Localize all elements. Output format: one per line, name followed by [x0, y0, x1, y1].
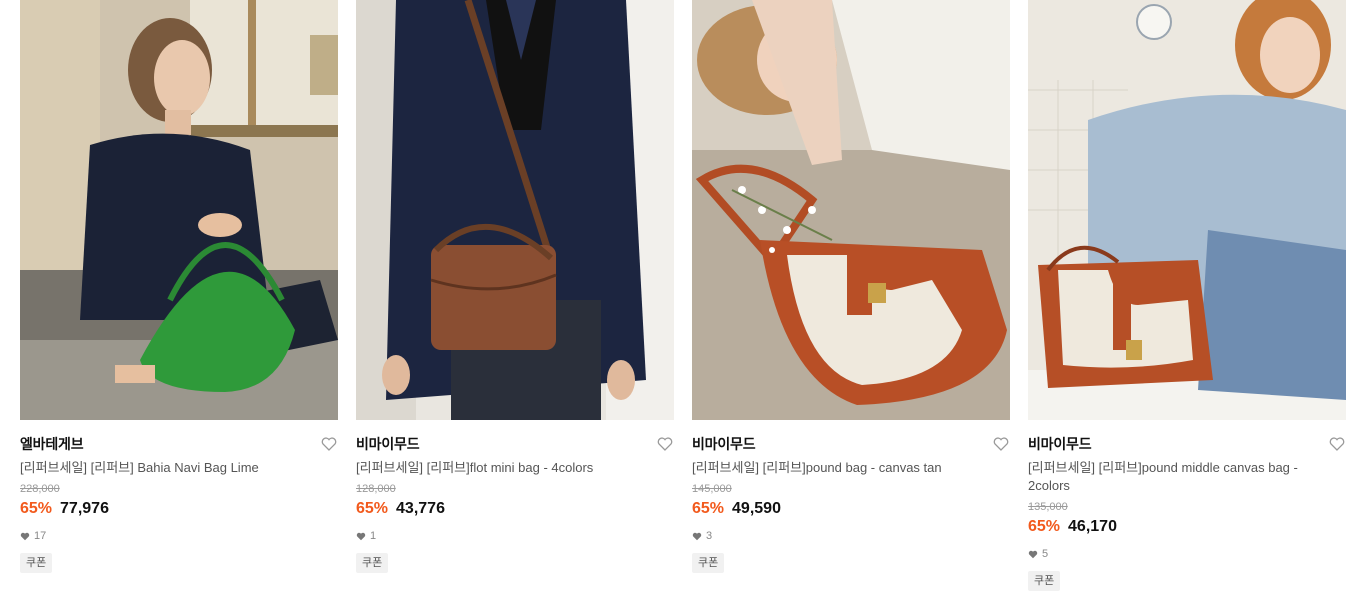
wishlist-heart-icon[interactable] — [992, 435, 1010, 453]
brand-name[interactable]: 비마이무드 — [692, 434, 756, 454]
product-title[interactable]: [리퍼브세일] [리퍼브]pound bag - canvas tan — [692, 459, 1010, 477]
original-price: 145,000 — [692, 483, 732, 495]
product-card[interactable]: 비마이무드 [리퍼브세일] [리퍼브]pound bag - canvas ta… — [692, 0, 1010, 573]
product-card[interactable]: 비마이무드 [리퍼브세일] [리퍼브]pound middle canvas b… — [1028, 0, 1346, 591]
discount-rate: 65% — [1028, 518, 1061, 535]
heart-filled-icon — [20, 532, 30, 540]
like-count-value: 3 — [706, 530, 713, 542]
product-grid: 엘바테게브 [리퍼브세일] [리퍼브] Bahia Navi Bag Lime … — [0, 0, 1359, 591]
like-count-value: 17 — [34, 530, 47, 542]
brand-name[interactable]: 엘바테게브 — [20, 434, 84, 454]
original-price: 128,000 — [356, 483, 396, 495]
heart-filled-icon — [1028, 550, 1038, 558]
product-image[interactable] — [20, 0, 338, 420]
product-image[interactable] — [1028, 0, 1346, 420]
coupon-badge: 쿠폰 — [356, 553, 389, 573]
wishlist-heart-icon[interactable] — [320, 435, 338, 453]
coupon-badge: 쿠폰 — [692, 553, 725, 573]
product-card[interactable]: 엘바테게브 [리퍼브세일] [리퍼브] Bahia Navi Bag Lime … — [20, 0, 338, 573]
product-title[interactable]: [리퍼브세일] [리퍼브]pound middle canvas bag - 2… — [1028, 459, 1346, 495]
like-count: 3 — [692, 529, 1010, 543]
product-card[interactable]: 비마이무드 [리퍼브세일] [리퍼브]flot mini bag - 4colo… — [356, 0, 674, 573]
sale-price: 77,976 — [60, 500, 109, 517]
original-price: 228,000 — [20, 483, 60, 495]
like-count-value: 1 — [370, 530, 377, 542]
like-count: 5 — [1028, 547, 1346, 561]
sale-price: 49,590 — [732, 500, 781, 517]
product-image[interactable] — [692, 0, 1010, 420]
like-count-value: 5 — [1042, 548, 1049, 560]
like-count: 1 — [356, 529, 674, 543]
product-image[interactable] — [356, 0, 674, 420]
brand-name[interactable]: 비마이무드 — [356, 434, 420, 454]
like-count: 17 — [20, 529, 338, 543]
sale-price: 46,170 — [1068, 518, 1117, 535]
discount-rate: 65% — [356, 500, 389, 517]
discount-rate: 65% — [20, 500, 53, 517]
wishlist-heart-icon[interactable] — [656, 435, 674, 453]
brand-name[interactable]: 비마이무드 — [1028, 434, 1092, 454]
product-title[interactable]: [리퍼브세일] [리퍼브]flot mini bag - 4colors — [356, 459, 674, 477]
original-price: 135,000 — [1028, 501, 1068, 513]
coupon-badge: 쿠폰 — [20, 553, 53, 573]
heart-filled-icon — [356, 532, 366, 540]
sale-price: 43,776 — [396, 500, 445, 517]
discount-rate: 65% — [692, 500, 725, 517]
product-title[interactable]: [리퍼브세일] [리퍼브] Bahia Navi Bag Lime — [20, 459, 338, 477]
wishlist-heart-icon[interactable] — [1328, 435, 1346, 453]
heart-filled-icon — [692, 532, 702, 540]
coupon-badge: 쿠폰 — [1028, 571, 1061, 591]
